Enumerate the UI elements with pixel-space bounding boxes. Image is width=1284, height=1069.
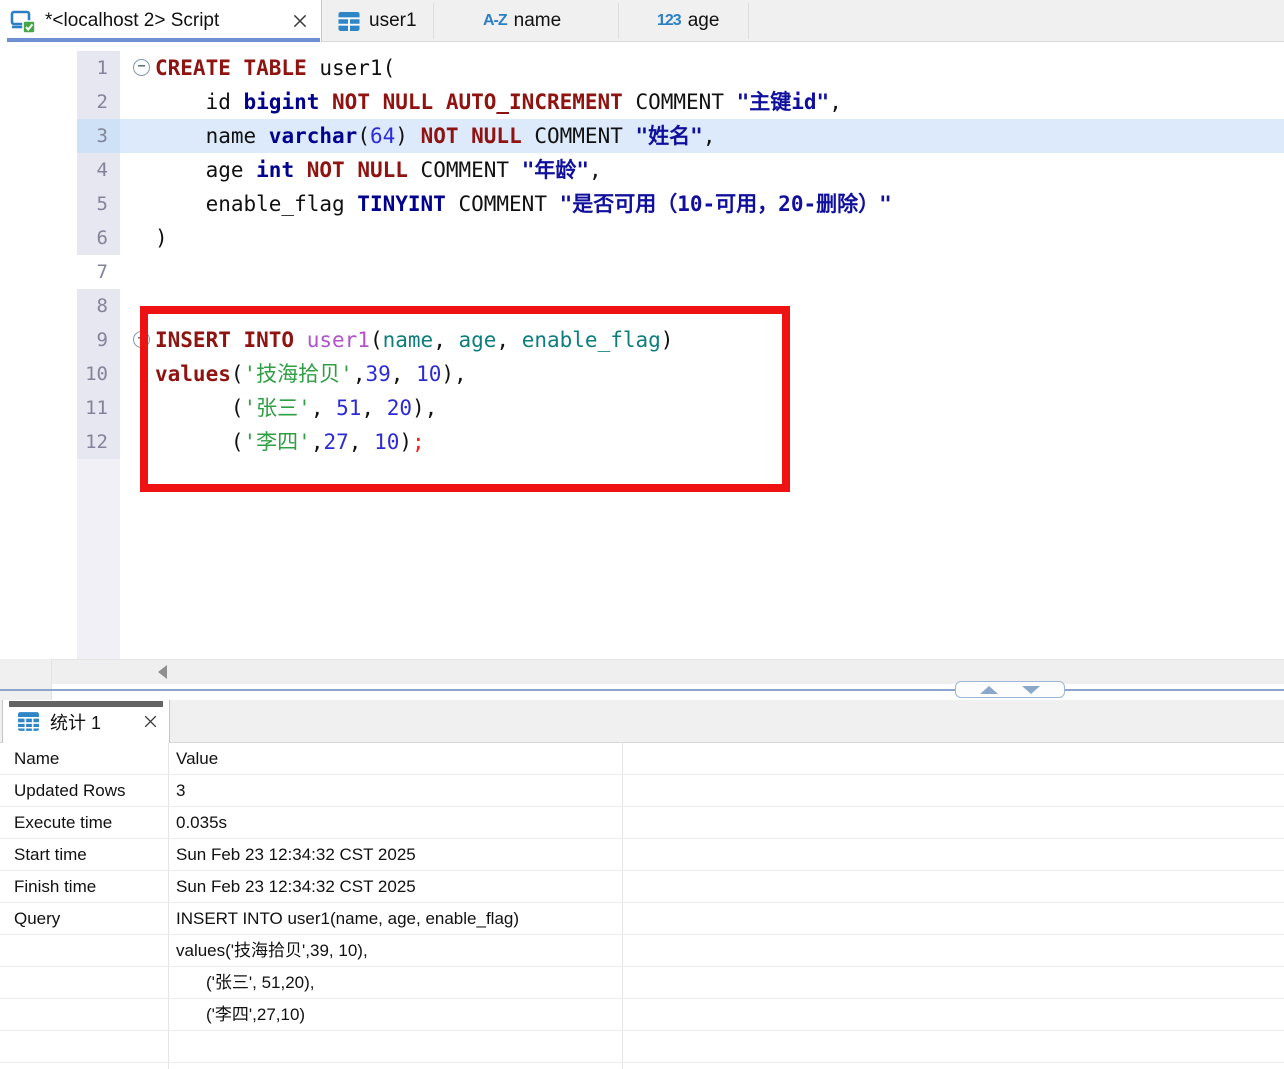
- az-icon: A-Z: [483, 12, 507, 30]
- tab-separator: [433, 3, 434, 39]
- table-icon: [17, 711, 40, 732]
- tab-drag-strip: [9, 701, 163, 707]
- table-row[interactable]: values('技海拾贝',39, 10),: [0, 935, 1284, 967]
- table-header-row[interactable]: Name Value: [0, 743, 1284, 775]
- editor-line-10[interactable]: 10 values('技海拾贝',39, 10),: [0, 357, 1284, 391]
- code-text: age int NOT NULL COMMENT "年龄",: [155, 153, 602, 187]
- editor-line-8[interactable]: 8: [0, 289, 1284, 323]
- editor-line-3[interactable]: 3 name varchar(64) NOT NULL COMMENT "姓名"…: [0, 119, 1284, 153]
- line-number: 11: [77, 391, 120, 425]
- tab-sql-script[interactable]: *<localhost 2> Script: [0, 0, 322, 42]
- line-number: 8: [77, 289, 120, 323]
- collapse-down-icon[interactable]: [1022, 686, 1040, 694]
- table-row[interactable]: Execute time 0.035s: [0, 807, 1284, 839]
- code-text: ('张三', 51, 20),: [155, 391, 437, 425]
- code-text: CREATE TABLE user1(: [155, 51, 395, 85]
- line-number: 4: [77, 153, 120, 187]
- tab-separator: [748, 3, 749, 39]
- line-number: 2: [77, 85, 120, 119]
- code-text: INSERT INTO user1(name, age, enable_flag…: [155, 323, 673, 357]
- table-row[interactable]: [0, 1031, 1284, 1063]
- line-number: 7: [77, 255, 120, 289]
- close-icon[interactable]: [291, 12, 309, 30]
- table-icon: [337, 11, 361, 32]
- tab-column-name[interactable]: A-Z name: [483, 0, 561, 42]
- results-tab-bar: 统计 1: [0, 700, 1284, 743]
- scroll-left-icon[interactable]: [158, 665, 167, 679]
- cell-name: Execute time: [14, 807, 112, 838]
- statistics-tab[interactable]: 统计 1: [2, 700, 170, 743]
- cell-name: Name: [14, 743, 59, 774]
- code-text: values('技海拾贝',39, 10),: [155, 357, 467, 391]
- table-row[interactable]: Start time Sun Feb 23 12:34:32 CST 2025: [0, 839, 1284, 871]
- dbeaver-window: *<localhost 2> Script user1 A-Z name 123…: [0, 0, 1284, 1069]
- tab-separator: [618, 3, 619, 39]
- editor-line-7[interactable]: 7: [0, 255, 1284, 289]
- table-row[interactable]: Query INSERT INTO user1(name, age, enable…: [0, 903, 1284, 935]
- close-icon[interactable]: [142, 713, 159, 730]
- table-row[interactable]: ('李四',27,10): [0, 999, 1284, 1031]
- line-number: 10: [77, 357, 120, 391]
- editor-tab-bar: *<localhost 2> Script user1 A-Z name 123…: [0, 0, 1284, 42]
- 123-icon: 123: [657, 12, 681, 30]
- editor-line-1[interactable]: 1−CREATE TABLE user1(: [0, 51, 1284, 85]
- code-text: id bigint NOT NULL AUTO_INCREMENT COMMEN…: [155, 85, 842, 119]
- code-text: ): [155, 221, 168, 255]
- line-number: 3: [77, 119, 120, 153]
- statistics-table: Name Value Updated Rows 3 Execute time 0.035s…: [0, 743, 1284, 1069]
- table-row[interactable]: Finish time Sun Feb 23 12:34:32 CST 2025: [0, 871, 1284, 903]
- splitter-sash[interactable]: [955, 681, 1065, 698]
- tab-table-user1-label: user1: [369, 10, 417, 32]
- cell-value: INSERT INTO user1(name, age, enable_flag…: [176, 903, 519, 934]
- code-text: enable_flag TINYINT COMMENT "是否可用（10-可用，…: [155, 187, 892, 221]
- collapse-up-icon[interactable]: [980, 686, 998, 694]
- tab-column-age-label: age: [688, 10, 720, 32]
- line-number: 6: [77, 221, 120, 255]
- line-number: 12: [77, 425, 120, 459]
- sql-script-icon: [10, 8, 37, 35]
- tab-column-age[interactable]: 123 age: [657, 0, 719, 42]
- sql-editor[interactable]: 1−CREATE TABLE user1(2 id bigint NOT NUL…: [0, 42, 1284, 659]
- editor-line-2[interactable]: 2 id bigint NOT NULL AUTO_INCREMENT COMM…: [0, 85, 1284, 119]
- cell-value: Sun Feb 23 12:34:32 CST 2025: [176, 839, 416, 870]
- editor-line-11[interactable]: 11 ('张三', 51, 20),: [0, 391, 1284, 425]
- tab-column-name-label: name: [514, 10, 562, 32]
- cell-value: Value: [176, 743, 218, 774]
- tab-sql-script-label: *<localhost 2> Script: [45, 10, 219, 32]
- cell-value: values('技海拾贝',39, 10),: [176, 935, 368, 966]
- code-text: name varchar(64) NOT NULL COMMENT "姓名",: [155, 119, 715, 153]
- tab-table-user1[interactable]: user1: [337, 0, 417, 42]
- cell-name: Start time: [14, 839, 87, 870]
- panel-splitter[interactable]: [0, 689, 1284, 691]
- editor-line-6[interactable]: 6): [0, 221, 1284, 255]
- table-row[interactable]: ('张三', 51,20),: [0, 967, 1284, 999]
- horizontal-scrollbar[interactable]: [52, 659, 1284, 684]
- cell-value: 3: [176, 775, 185, 806]
- line-number: 5: [77, 187, 120, 221]
- line-number: 1: [77, 51, 120, 85]
- cell-name: Query: [14, 903, 60, 934]
- editor-line-5[interactable]: 5 enable_flag TINYINT COMMENT "是否可用（10-可…: [0, 187, 1284, 221]
- editor-line-12[interactable]: 12 ('李四',27, 10);: [0, 425, 1284, 459]
- editor-line-9[interactable]: 9−INSERT INTO user1(name, age, enable_fl…: [0, 323, 1284, 357]
- code-text: ('李四',27, 10);: [155, 425, 425, 459]
- fold-collapse-icon[interactable]: −: [133, 331, 150, 348]
- fold-collapse-icon[interactable]: −: [133, 59, 150, 76]
- line-number: 9: [77, 323, 120, 357]
- table-row[interactable]: Updated Rows 3: [0, 775, 1284, 807]
- statistics-tab-label: 统计 1: [50, 709, 101, 735]
- editor-line-4[interactable]: 4 age int NOT NULL COMMENT "年龄",: [0, 153, 1284, 187]
- cell-value: ('张三', 51,20),: [206, 967, 315, 998]
- cell-name: Finish time: [14, 871, 96, 902]
- gutter-tail: [77, 459, 120, 659]
- cell-name: Updated Rows: [14, 775, 126, 806]
- cell-value: Sun Feb 23 12:34:32 CST 2025: [176, 871, 416, 902]
- cell-value: 0.035s: [176, 807, 227, 838]
- cell-value: ('李四',27,10): [206, 999, 305, 1030]
